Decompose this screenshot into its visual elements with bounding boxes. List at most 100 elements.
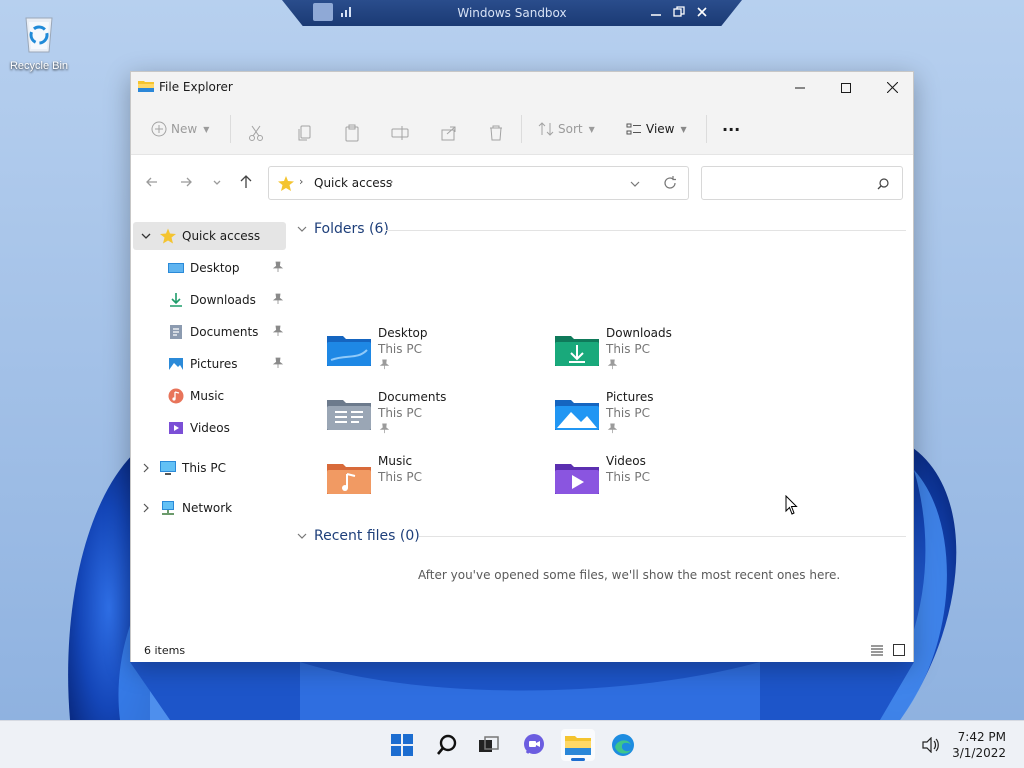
sidebar-item-music[interactable]: Music — [133, 382, 286, 410]
folder-name: Downloads — [606, 326, 672, 340]
minimize-icon — [795, 87, 805, 88]
sidebar-item-pictures[interactable]: Pictures — [133, 350, 286, 378]
search-icon — [437, 734, 457, 755]
new-button[interactable]: New ▼ — [151, 116, 209, 142]
sidebar-item-this-pc[interactable]: This PC — [133, 454, 286, 482]
more-options-button[interactable]: ··· — [722, 116, 740, 142]
share-icon[interactable] — [440, 120, 458, 146]
item-count: 6 items — [144, 644, 186, 657]
start-button[interactable] — [385, 729, 419, 761]
section-divider — [386, 230, 906, 231]
sidebar-item-label: Documents — [190, 325, 259, 339]
copy-icon[interactable] — [296, 120, 314, 146]
folder-tile-desktop[interactable]: Desktop This PC — [327, 326, 537, 378]
sort-button[interactable]: Sort ▼ — [538, 116, 595, 142]
speaker-icon[interactable] — [922, 737, 940, 753]
network-icon — [162, 501, 174, 515]
sort-icon — [538, 122, 554, 136]
rename-icon[interactable] — [391, 120, 409, 146]
clock-time: 7:42 PM — [957, 730, 1006, 744]
taskbar: 7:42 PM 3/1/2022 — [0, 720, 1024, 768]
edge-button[interactable] — [606, 729, 640, 761]
folder-location: This PC — [378, 470, 422, 484]
close-icon — [886, 82, 898, 93]
chevron-down-icon — [141, 233, 151, 239]
chevron-down-icon — [297, 226, 307, 232]
maximize-button[interactable] — [823, 72, 869, 103]
folders-heading: Folders (6) — [314, 221, 389, 237]
recent-files-empty-message: After you've opened some files, we'll sh… — [418, 568, 841, 582]
sidebar-item-label: Quick access — [182, 229, 261, 243]
search-box[interactable] — [701, 166, 903, 200]
file-explorer-icon — [138, 81, 154, 92]
file-explorer-taskbar-button[interactable] — [561, 729, 595, 761]
folder-tile-music[interactable]: Music This PC — [327, 454, 537, 506]
chevron-down-icon: ▼ — [680, 124, 687, 134]
large-icons-view-icon[interactable] — [893, 644, 905, 656]
up-arrow-icon[interactable] — [236, 172, 256, 192]
sidebar-item-quick-access[interactable]: Quick access — [133, 222, 286, 250]
system-clock[interactable]: 7:42 PM 3/1/2022 — [952, 729, 1006, 761]
folder-tile-downloads[interactable]: Downloads This PC — [555, 326, 765, 378]
search-button[interactable] — [430, 729, 464, 761]
pin-icon — [379, 423, 390, 434]
paste-icon[interactable] — [343, 120, 361, 146]
details-view-icon[interactable] — [871, 644, 883, 656]
pictures-icon — [169, 358, 183, 370]
recent-locations-icon[interactable] — [207, 172, 227, 192]
sidebar-item-label: Downloads — [190, 293, 256, 307]
folder-tile-videos[interactable]: Videos This PC — [555, 454, 765, 506]
folder-location: This PC — [606, 342, 650, 356]
plus-circle-icon — [151, 121, 167, 137]
cut-icon[interactable] — [247, 120, 265, 146]
folder-name: Documents — [378, 390, 447, 404]
chat-icon — [524, 734, 544, 754]
sidebar-item-network[interactable]: Network — [133, 494, 286, 522]
minimize-icon[interactable] — [648, 4, 664, 20]
downloads-icon — [170, 293, 182, 307]
desktop-icon-recycle-bin[interactable]: Recycle Bin — [6, 10, 72, 72]
breadcrumb-quick-access[interactable]: Quick access — [314, 176, 392, 190]
star-icon — [160, 228, 176, 244]
toolbar-divider — [706, 115, 707, 143]
close-icon[interactable] — [694, 4, 710, 20]
address-dropdown-icon[interactable] — [629, 178, 641, 190]
search-input[interactable] — [708, 173, 868, 193]
back-arrow-icon[interactable] — [142, 172, 162, 192]
documents-icon — [170, 325, 182, 339]
pin-icon[interactable] — [272, 357, 284, 369]
pin-icon[interactable] — [272, 261, 284, 273]
file-explorer-window: File Explorer New ▼ Sort ▼ View ▼ ··· › … — [130, 71, 914, 662]
breadcrumb-chevron-icon: › — [389, 175, 394, 188]
restore-icon[interactable] — [671, 4, 687, 20]
folders-section-header[interactable]: Folders (6) — [296, 219, 389, 239]
maximize-icon — [841, 82, 851, 93]
pin-icon[interactable] — [272, 325, 284, 337]
forward-arrow-icon[interactable] — [176, 172, 196, 192]
recycle-bin-icon — [25, 17, 53, 53]
folder-tile-pictures[interactable]: Pictures This PC — [555, 390, 765, 442]
minimize-button[interactable] — [777, 72, 823, 103]
mouse-cursor-icon — [785, 495, 798, 515]
chat-button[interactable] — [517, 729, 551, 761]
close-button[interactable] — [869, 72, 915, 103]
delete-icon[interactable] — [487, 120, 505, 146]
folder-tile-documents[interactable]: Documents This PC — [327, 390, 537, 442]
sidebar-item-downloads[interactable]: Downloads — [133, 286, 286, 314]
recent-files-section-header[interactable]: Recent files (0) — [296, 526, 420, 546]
file-explorer-icon — [565, 736, 591, 755]
refresh-icon[interactable] — [663, 176, 677, 190]
task-view-button[interactable] — [472, 729, 506, 761]
title-bar[interactable]: File Explorer — [131, 72, 913, 103]
search-icon[interactable] — [877, 178, 889, 190]
address-bar[interactable]: › Quick access › — [268, 166, 689, 200]
view-button[interactable]: View ▼ — [626, 116, 687, 142]
windows-logo-icon — [391, 734, 413, 756]
sidebar-item-videos[interactable]: Videos — [133, 414, 286, 442]
pin-icon[interactable] — [272, 293, 284, 305]
sidebar-item-documents[interactable]: Documents — [133, 318, 286, 346]
sandbox-title-bar: Windows Sandbox — [282, 0, 742, 26]
view-label: View — [646, 122, 675, 136]
sidebar-item-desktop[interactable]: Desktop — [133, 254, 286, 282]
toolbar-divider — [230, 115, 231, 143]
